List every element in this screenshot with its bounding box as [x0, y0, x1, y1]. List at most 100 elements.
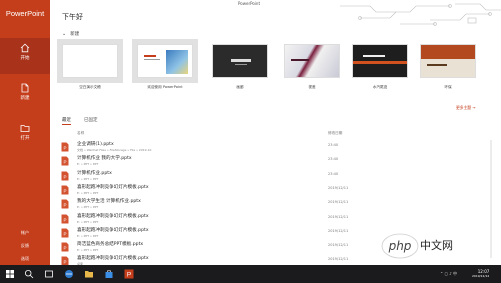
template-gallery-theme[interactable]: 画廊 [212, 44, 268, 90]
file-name: 计算机作业 我的大学.pptx [77, 156, 132, 162]
powerpoint-taskbar-icon[interactable]: P [124, 269, 134, 279]
new-section-label: 新建 [70, 32, 80, 37]
svg-text:P: P [63, 202, 66, 207]
file-date: 2019/12/11 [328, 243, 349, 248]
scrollbar[interactable] [490, 140, 492, 258]
sidebar-item-open[interactable]: 打开 [0, 118, 50, 154]
file-name: 我的大学生活 计算机作业.pptx [77, 199, 141, 205]
pptx-file-icon: P [61, 228, 69, 238]
svg-text:P: P [127, 271, 131, 278]
file-name: 喜形起跑冲刺竞争幻灯片模板.pptx [77, 227, 149, 233]
template-thumbnail [212, 44, 268, 78]
pptx-file-icon: P [61, 156, 69, 166]
sidebar-item-label: 新建 [20, 96, 30, 101]
pptx-file-icon: P [61, 142, 69, 152]
template-thumbnail [132, 39, 198, 83]
template-thumbnail [352, 44, 408, 78]
sidebar-account[interactable]: 帐户 [0, 230, 50, 236]
file-date: 2019/12/11 [328, 200, 349, 205]
store-icon[interactable] [104, 269, 114, 279]
file-name: 企业调研(1).pptx [77, 142, 114, 147]
template-parallax[interactable]: 视差 [284, 44, 340, 90]
file-path: E: » PPT » PPT [77, 162, 99, 167]
new-document-icon [21, 83, 29, 93]
file-date: 23:40 [328, 157, 339, 162]
tab-recent[interactable]: 最近 [62, 117, 71, 125]
template-caption: 水汽尾迹 [372, 85, 388, 89]
file-path: E: » PPT » PPT [77, 176, 99, 181]
file-date: 2019/12/11 [328, 257, 349, 262]
svg-text:P: P [63, 174, 66, 179]
file-date: 23:40 [328, 143, 339, 147]
file-name: 简洁蓝色商务总结PPT模板.pptx [77, 242, 144, 248]
template-caption: 画廊 [236, 85, 244, 89]
taskbar: P ⌃ ◻ ♪ 中 12:07 2019/12/12 [0, 265, 501, 283]
template-thumbnail [284, 44, 340, 78]
tab-pinned[interactable]: 已固定 [84, 117, 98, 123]
template-caption: 环保 [444, 85, 452, 89]
svg-text:P: P [63, 217, 66, 222]
page-title: 下午好 [62, 13, 83, 21]
sidebar-options[interactable]: 选项 [0, 256, 50, 262]
template-caption: 视差 [308, 85, 316, 89]
template-welcome[interactable]: 欢迎使用 PowerPoint [132, 39, 198, 90]
template-vapor-trail[interactable]: 水汽尾迹 [352, 44, 408, 90]
file-date: 2019/12/11 [328, 214, 349, 219]
template-caption: 欢迎使用 PowerPoint [147, 85, 183, 89]
template-blank[interactable]: 空白演示文稿 [57, 39, 123, 90]
column-header-date[interactable]: 修改日期 [328, 131, 342, 136]
clock[interactable]: 12:07 2019/12/12 [472, 269, 489, 279]
sidebar-item-label: 打开 [20, 136, 30, 141]
svg-text:P: P [63, 160, 66, 165]
template-eco[interactable]: 环保 [420, 44, 476, 90]
circuit-decoration [340, 3, 501, 26]
sidebar-item-label: 开始 [20, 56, 30, 61]
sidebar: PowerPoint 开始 新建 打开 帐户 反馈 选项 [0, 0, 50, 265]
window-title: PowerPoint [238, 1, 261, 6]
pptx-file-icon: P [61, 214, 69, 223]
chevron-down-icon: ⌄ [62, 31, 67, 37]
file-date: 2019/12/11 [328, 185, 349, 190]
svg-text:P: P [63, 231, 66, 236]
sidebar-item-home[interactable]: 开始 [0, 38, 50, 74]
task-view-icon[interactable] [44, 269, 54, 279]
file-name: 喜形起跑冲刺竞争幻灯片模板.pptx [77, 256, 149, 262]
svg-text:P: P [63, 260, 66, 265]
sidebar-feedback[interactable]: 反馈 [0, 243, 50, 249]
pptx-file-icon: P [61, 171, 69, 181]
file-name: 计算机作业.pptx [77, 170, 112, 176]
column-header-name[interactable]: 名称 [77, 131, 84, 136]
file-path: E: » PPT » PPT [77, 190, 99, 195]
svg-text:P: P [63, 188, 66, 193]
search-icon[interactable] [24, 269, 34, 279]
clock-date: 2019/12/12 [472, 274, 490, 278]
browser-icon[interactable] [64, 269, 74, 279]
file-name: 喜形起跑冲刺竞争幻灯片模板.pptx [77, 213, 149, 219]
more-themes-link[interactable]: 更多主题 → [456, 105, 476, 111]
template-gallery: 空白演示文稿 欢迎使用 PowerPoint 画廊 视差 水汽尾迹 环保 [57, 39, 482, 94]
windows-start-icon[interactable] [5, 269, 15, 279]
pptx-file-icon: P [61, 199, 69, 209]
file-path: E: » PPT » PPT [77, 248, 99, 253]
svg-text:P: P [63, 245, 66, 250]
file-explorer-icon[interactable] [84, 269, 94, 279]
home-icon [20, 43, 30, 53]
file-path: E: » PPT » PPT [77, 219, 99, 224]
template-thumbnail [420, 44, 476, 78]
file-path: 文档 » WeChat Files » FileStorage » File »… [77, 148, 152, 152]
file-name: 喜形起跑冲刺竞争幻灯片模板.pptx [77, 184, 149, 190]
sidebar-item-new[interactable]: 新建 [0, 78, 50, 114]
template-thumbnail [57, 39, 123, 83]
system-tray-icons[interactable]: ⌃ ◻ ♪ 中 [440, 271, 457, 277]
svg-text:php: php [388, 239, 412, 253]
file-path: E: » PPT » PPT [77, 233, 99, 238]
template-caption: 空白演示文稿 [79, 85, 101, 89]
file-date: 2019/12/11 [328, 228, 349, 233]
watermark-text: 中文网 [420, 239, 453, 252]
pptx-file-icon: P [61, 242, 69, 252]
new-section-heading[interactable]: ⌄ 新建 [62, 31, 79, 37]
open-folder-icon [20, 125, 30, 132]
app-brand: PowerPoint [5, 9, 45, 18]
pptx-file-icon: P [61, 185, 69, 195]
svg-text:P: P [63, 145, 66, 150]
